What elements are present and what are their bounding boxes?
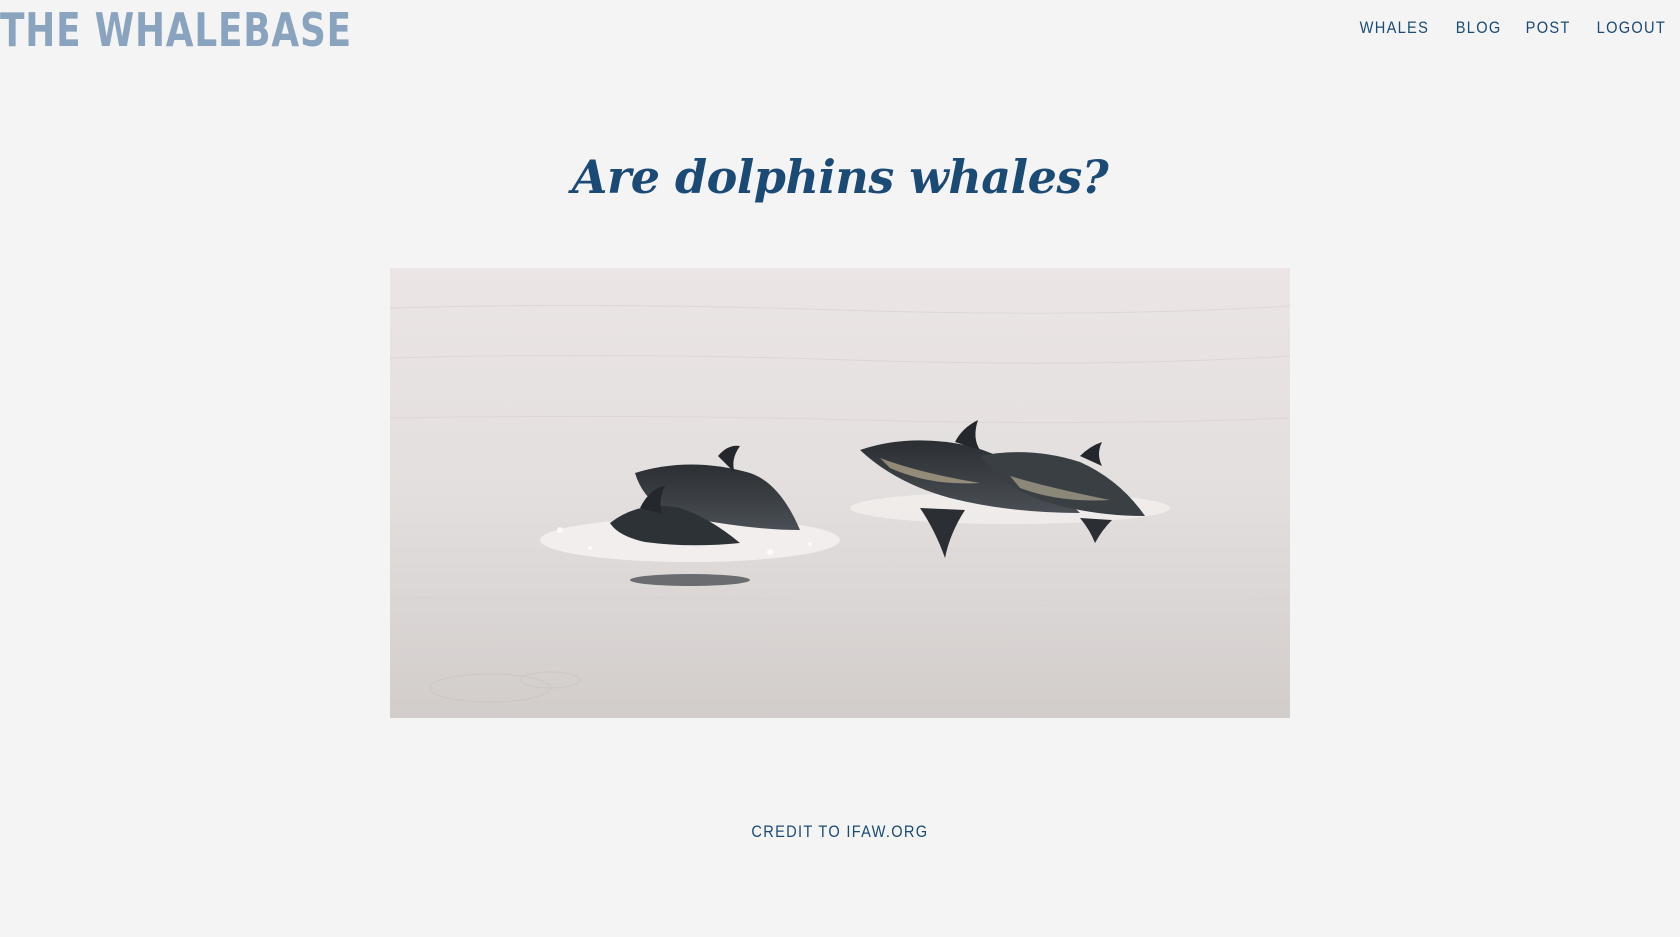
post-image <box>390 268 1290 718</box>
image-credit: CREDIT TO IFAW.ORG <box>0 822 1680 842</box>
post-title: Are dolphins whales? <box>571 150 1109 204</box>
site-logo[interactable]: THE WHALEBASE <box>0 0 352 60</box>
nav-link-post[interactable]: POST <box>1526 14 1571 42</box>
image-credit-text: CREDIT TO IFAW.ORG <box>751 822 929 841</box>
nav-link-logout[interactable]: LOGOUT <box>1597 14 1666 42</box>
nav-link-whales[interactable]: WHALES <box>1360 14 1429 42</box>
main-nav: WHALES BLOG POST LOGOUT <box>1354 14 1672 42</box>
nav-link-blog[interactable]: BLOG <box>1455 14 1501 42</box>
dolphins-photo <box>390 268 1290 718</box>
